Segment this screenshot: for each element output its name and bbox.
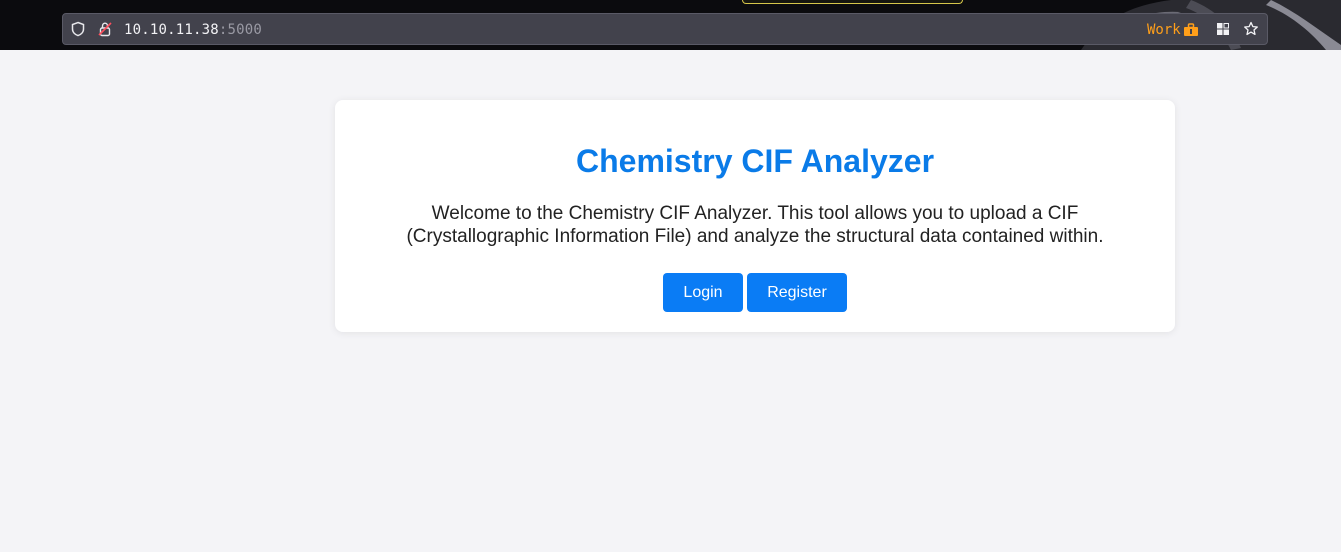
login-button[interactable]: Login — [663, 273, 743, 312]
url-host: 10.10.11.38 — [124, 22, 219, 38]
welcome-card: Chemistry CIF Analyzer Welcome to the Ch… — [335, 100, 1175, 332]
briefcase-icon — [1183, 23, 1198, 36]
page-title: Chemistry CIF Analyzer — [575, 143, 935, 179]
welcome-description: Welcome to the Chemistry CIF Analyzer. T… — [406, 203, 1104, 247]
browser-toolbar: 10.10.11.38:5000 Work — [0, 0, 1341, 50]
url-text[interactable]: 10.10.11.38:5000 — [124, 22, 262, 38]
container-label: Work — [1147, 22, 1181, 38]
lock-icon[interactable] — [97, 21, 113, 37]
url-port: :5000 — [218, 22, 263, 38]
container-indicator[interactable]: Work — [1147, 22, 1199, 38]
star-icon[interactable] — [1243, 21, 1259, 37]
register-button[interactable]: Register — [747, 273, 847, 312]
active-tab-indicator — [742, 0, 963, 4]
address-bar[interactable]: 10.10.11.38:5000 Work — [62, 13, 1268, 45]
extensions-icon[interactable] — [1215, 21, 1231, 37]
shield-icon[interactable] — [70, 21, 86, 37]
auth-buttons: Login Register — [335, 273, 1175, 312]
